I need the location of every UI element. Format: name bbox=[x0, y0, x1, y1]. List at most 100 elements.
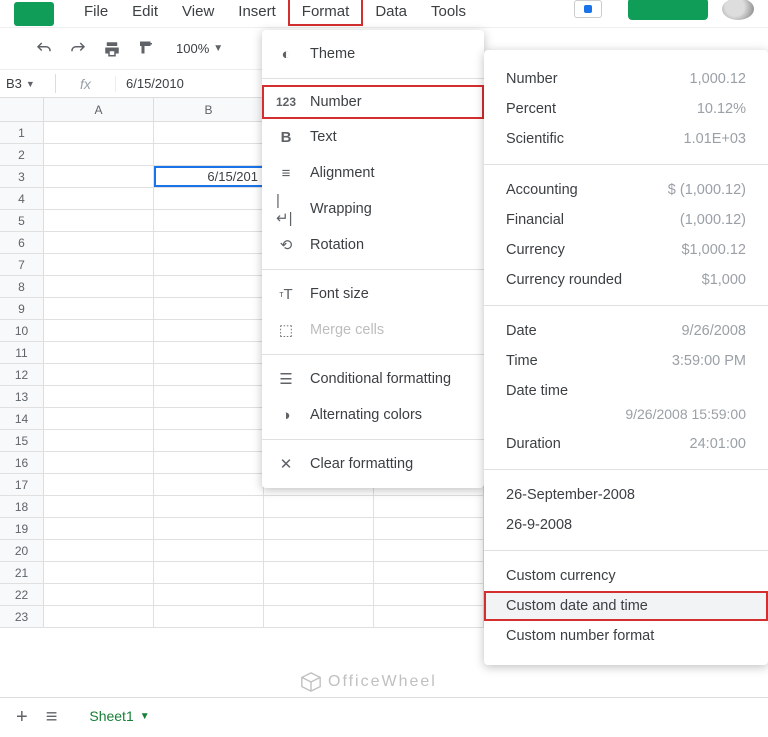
row-header[interactable]: 11 bbox=[0, 342, 44, 363]
cell[interactable] bbox=[44, 430, 154, 451]
cell[interactable] bbox=[154, 408, 264, 429]
row-header[interactable]: 4 bbox=[0, 188, 44, 209]
cell[interactable] bbox=[44, 452, 154, 473]
cell[interactable] bbox=[44, 496, 154, 517]
number-option-example2[interactable]: 26-9-2008 bbox=[484, 510, 768, 540]
cell[interactable] bbox=[44, 254, 154, 275]
cell[interactable] bbox=[154, 342, 264, 363]
cell[interactable] bbox=[374, 496, 484, 517]
cell[interactable] bbox=[264, 562, 374, 583]
redo-icon[interactable] bbox=[68, 39, 88, 59]
row-header[interactable]: 1 bbox=[0, 122, 44, 143]
number-option-example1[interactable]: 26-September-2008 bbox=[484, 480, 768, 510]
row-header[interactable]: 7 bbox=[0, 254, 44, 275]
cell[interactable] bbox=[154, 386, 264, 407]
cell[interactable] bbox=[44, 518, 154, 539]
cell[interactable] bbox=[374, 562, 484, 583]
cell-b3-active[interactable]: 6/15/201 bbox=[154, 166, 264, 187]
cell[interactable] bbox=[44, 540, 154, 561]
cell[interactable] bbox=[264, 606, 374, 627]
number-option-date[interactable]: Date9/26/2008 bbox=[484, 316, 768, 346]
cell[interactable] bbox=[154, 232, 264, 253]
share-button[interactable] bbox=[628, 0, 708, 20]
menu-insert[interactable]: Insert bbox=[226, 0, 288, 24]
undo-icon[interactable] bbox=[34, 39, 54, 59]
cell[interactable] bbox=[44, 364, 154, 385]
cell[interactable] bbox=[264, 584, 374, 605]
cell[interactable] bbox=[44, 298, 154, 319]
sheet-tab-1[interactable]: Sheet1▼ bbox=[75, 700, 163, 735]
cell[interactable] bbox=[154, 210, 264, 231]
row-header[interactable]: 15 bbox=[0, 430, 44, 451]
menu-rotation[interactable]: ⟲Rotation bbox=[262, 227, 484, 263]
cell[interactable] bbox=[154, 298, 264, 319]
cell[interactable] bbox=[374, 584, 484, 605]
row-header[interactable]: 2 bbox=[0, 144, 44, 165]
cell[interactable] bbox=[44, 474, 154, 495]
cell[interactable] bbox=[374, 606, 484, 627]
row-header[interactable]: 18 bbox=[0, 496, 44, 517]
cell[interactable] bbox=[264, 518, 374, 539]
menu-view[interactable]: View bbox=[170, 0, 226, 24]
cell[interactable] bbox=[44, 584, 154, 605]
cell[interactable] bbox=[44, 408, 154, 429]
number-option-custom-datetime[interactable]: Custom date and time bbox=[484, 591, 768, 621]
cell[interactable] bbox=[154, 584, 264, 605]
cell[interactable] bbox=[154, 320, 264, 341]
row-header[interactable]: 20 bbox=[0, 540, 44, 561]
number-option-custom-number[interactable]: Custom number format bbox=[484, 621, 768, 651]
menu-conditional[interactable]: ☰Conditional formatting bbox=[262, 361, 484, 397]
row-header[interactable]: 12 bbox=[0, 364, 44, 385]
cell[interactable] bbox=[374, 540, 484, 561]
number-option-scientific[interactable]: Scientific1.01E+03 bbox=[484, 124, 768, 154]
row-header[interactable]: 21 bbox=[0, 562, 44, 583]
col-header-a[interactable]: A bbox=[44, 98, 154, 121]
number-option-custom-currency[interactable]: Custom currency bbox=[484, 561, 768, 591]
cell[interactable] bbox=[264, 540, 374, 561]
row-header[interactable]: 13 bbox=[0, 386, 44, 407]
cell[interactable] bbox=[154, 540, 264, 561]
cell[interactable] bbox=[154, 364, 264, 385]
cell[interactable] bbox=[44, 144, 154, 165]
cell[interactable] bbox=[44, 606, 154, 627]
menu-data[interactable]: Data bbox=[363, 0, 419, 24]
cell[interactable] bbox=[154, 276, 264, 297]
row-header[interactable]: 16 bbox=[0, 452, 44, 473]
number-option-time[interactable]: Time3:59:00 PM bbox=[484, 346, 768, 376]
number-option-currency-rounded[interactable]: Currency rounded$1,000 bbox=[484, 265, 768, 295]
cell[interactable] bbox=[44, 276, 154, 297]
cell[interactable] bbox=[154, 496, 264, 517]
menu-format[interactable]: Format bbox=[288, 0, 364, 26]
row-header[interactable]: 17 bbox=[0, 474, 44, 495]
row-header[interactable]: 6 bbox=[0, 232, 44, 253]
number-option-datetime[interactable]: Date time bbox=[484, 376, 768, 406]
menu-edit[interactable]: Edit bbox=[120, 0, 170, 24]
cell[interactable] bbox=[44, 320, 154, 341]
cell[interactable] bbox=[154, 562, 264, 583]
cell[interactable] bbox=[154, 144, 264, 165]
cell[interactable] bbox=[264, 496, 374, 517]
cell[interactable] bbox=[154, 518, 264, 539]
name-box[interactable]: B3▼ bbox=[0, 74, 56, 93]
col-header-b[interactable]: B bbox=[154, 98, 264, 121]
paint-format-icon[interactable] bbox=[136, 39, 156, 59]
row-header[interactable]: 19 bbox=[0, 518, 44, 539]
menu-number[interactable]: 123Number bbox=[262, 85, 484, 119]
menu-alignment[interactable]: ≡Alignment bbox=[262, 155, 484, 191]
cell[interactable] bbox=[154, 254, 264, 275]
menu-clear[interactable]: ✕Clear formatting bbox=[262, 446, 484, 482]
cell[interactable] bbox=[154, 452, 264, 473]
row-header[interactable]: 23 bbox=[0, 606, 44, 627]
cell[interactable] bbox=[154, 122, 264, 143]
cell[interactable] bbox=[44, 386, 154, 407]
formula-input[interactable]: 6/15/2010 bbox=[116, 74, 194, 93]
row-header[interactable]: 8 bbox=[0, 276, 44, 297]
menu-text[interactable]: BText bbox=[262, 119, 484, 155]
row-header[interactable]: 14 bbox=[0, 408, 44, 429]
menu-file[interactable]: File bbox=[72, 0, 120, 24]
cell[interactable] bbox=[44, 562, 154, 583]
row-header[interactable]: 22 bbox=[0, 584, 44, 605]
cell[interactable] bbox=[44, 166, 154, 187]
row-header[interactable]: 5 bbox=[0, 210, 44, 231]
cell[interactable] bbox=[44, 188, 154, 209]
